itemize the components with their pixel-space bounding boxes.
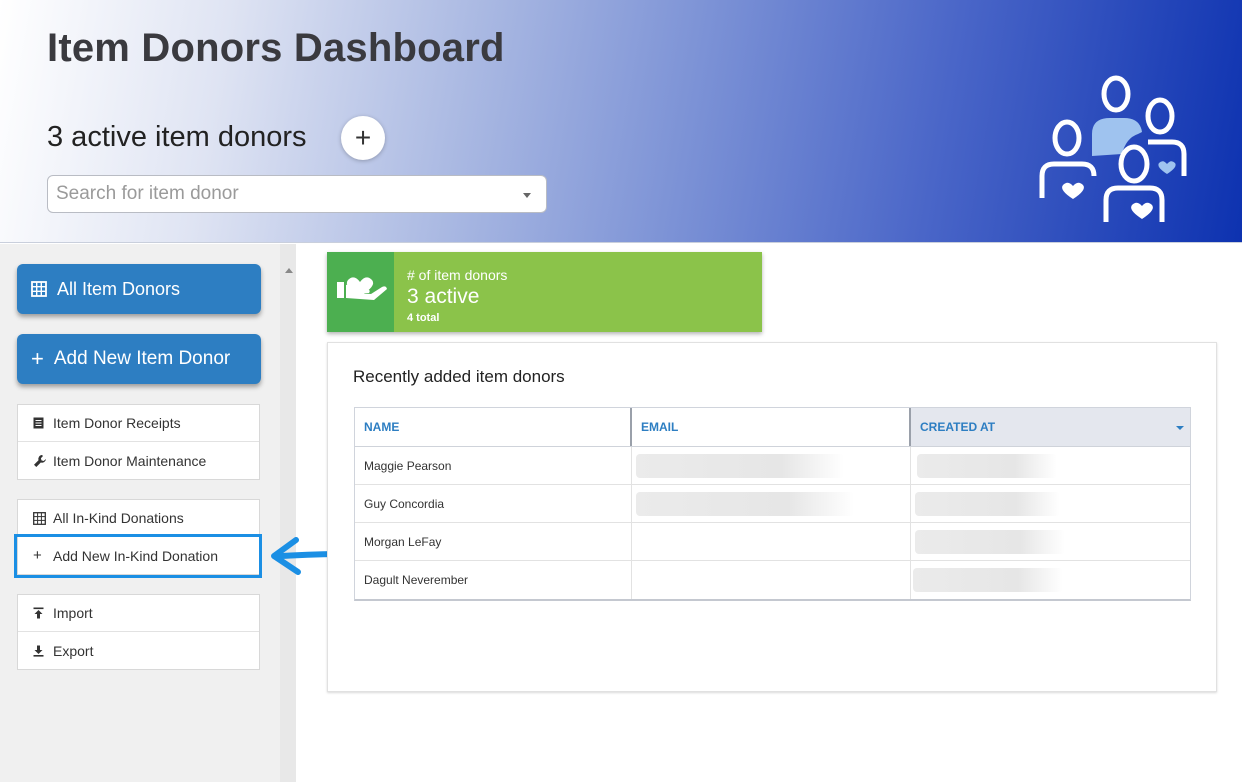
redacted-blur [636,453,844,478]
stat-value: 3 active [407,285,480,308]
table-header: NAME EMAIL CREATED AT [355,408,1190,447]
all-item-donors-button[interactable]: All Item Donors [17,264,261,314]
import-export-menu: Import Export [17,594,260,670]
sidebar-item-maintenance[interactable]: Item Donor Maintenance [18,442,259,479]
cell-email [632,523,911,560]
grid-icon [33,511,53,525]
cell-email [632,561,911,599]
cell-name: Maggie Pearson [355,447,632,484]
table-row[interactable]: Guy Concordia [355,485,1190,523]
stat-total: 4 total [407,312,440,324]
sort-caret-icon[interactable] [1176,426,1184,430]
page-title: Item Donors Dashboard [47,26,505,70]
donor-search[interactable] [47,175,547,213]
column-header-name[interactable]: NAME [355,408,632,446]
download-icon [33,645,53,657]
cell-email-redacted [632,485,911,522]
sidebar-item-label: Item Donor Receipts [53,415,181,431]
plus-icon: + [354,122,372,153]
receipt-icon [33,417,53,429]
stat-label: # of item donors [407,267,508,283]
scroll-up-icon[interactable] [285,268,293,273]
highlight-box [14,534,262,578]
panel-title: Recently added item donors [353,367,565,386]
dashboard-header: Item Donors Dashboard 3 active item dono… [0,0,1242,243]
table-row[interactable]: Maggie Pearson [355,447,1190,485]
upload-icon [33,607,53,619]
add-new-item-donor-button[interactable]: + Add New Item Donor [17,334,261,384]
wrench-icon [33,454,53,468]
redacted-blur [917,453,1057,478]
column-header-created-at[interactable]: CREATED AT [911,408,1190,446]
cell-created-redacted [911,447,1190,484]
sidebar-item-label: Import [53,605,93,621]
sidebar-item-receipts[interactable]: Item Donor Receipts [18,405,259,442]
redacted-blur [636,491,854,516]
redacted-blur [915,529,1065,554]
cell-name: Guy Concordia [355,485,632,522]
cell-email-redacted [632,447,911,484]
recent-donors-table: NAME EMAIL CREATED AT Maggie Pearson Guy… [354,407,1191,601]
recent-donors-panel: Recently added item donors NAME EMAIL CR… [327,342,1217,692]
cell-name: Dagult Neverember [355,561,632,599]
add-donor-circle-button[interactable]: + [341,116,385,160]
add-new-item-donor-label: Add New Item Donor [53,348,231,369]
sidebar-item-import[interactable]: Import [18,595,259,632]
redacted-blur [915,491,1060,516]
cell-created-redacted [911,523,1190,560]
donor-group-icon [1039,75,1187,222]
donor-tools-menu: Item Donor Receipts Item Donor Maintenan… [17,404,260,480]
all-item-donors-label: All Item Donors [57,278,181,299]
sidebar-scrollbar[interactable] [280,244,296,782]
table-row[interactable]: Morgan LeFay [355,523,1190,561]
sidebar-item-label: All In-Kind Donations [53,510,184,526]
sidebar: All Item Donors + Add New Item Donor Ite… [0,244,296,782]
grid-icon [31,281,55,297]
plus-icon: + [31,346,44,371]
donor-count-card: # of item donors 3 active 4 total [327,252,762,332]
column-header-label: CREATED AT [920,420,996,434]
chevron-down-icon[interactable] [523,193,531,198]
cell-created-redacted [911,561,1190,599]
cell-created-redacted [911,485,1190,522]
sidebar-item-all-in-kind[interactable]: All In-Kind Donations [18,500,259,537]
cell-name: Morgan LeFay [355,523,632,560]
redacted-blur [913,568,1063,592]
column-header-email[interactable]: EMAIL [632,408,911,446]
table-row[interactable]: Dagult Neverember [355,561,1190,599]
sidebar-item-label: Export [53,642,94,659]
search-input[interactable] [48,176,488,212]
hand-heart-icon [337,277,387,300]
stat-icon-box [327,252,394,332]
sidebar-item-export[interactable]: Export [18,632,259,669]
sidebar-item-label: Item Donor Maintenance [53,452,207,469]
active-donor-count: 3 active item donors [47,121,307,153]
